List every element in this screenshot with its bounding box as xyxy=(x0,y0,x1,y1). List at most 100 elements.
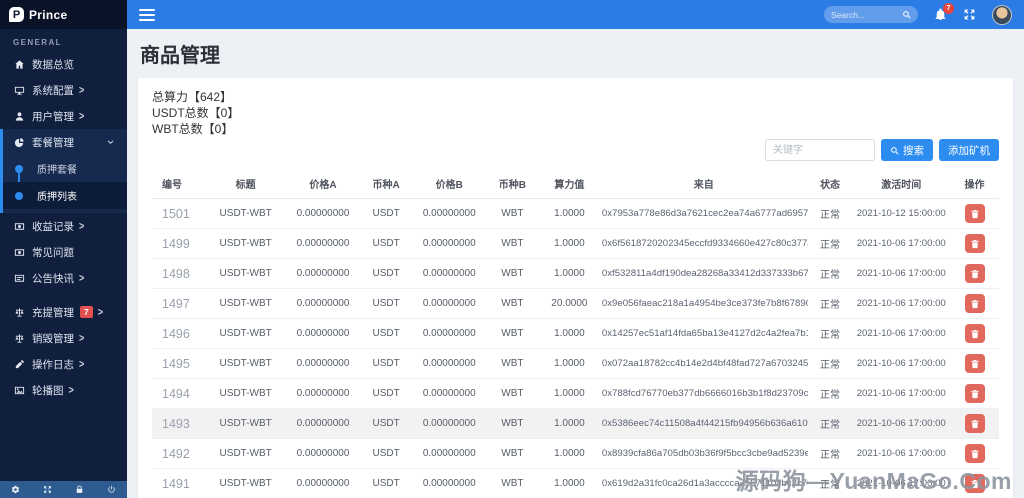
sidebar-item-faq[interactable]: 常见问题 xyxy=(0,239,127,265)
sidebar-item-income-records[interactable]: 收益记录 > xyxy=(0,213,127,239)
cell-coin: USDT xyxy=(359,438,413,469)
column-header: 币种A xyxy=(359,170,413,199)
cell-status: 正常 xyxy=(807,198,853,229)
user-avatar[interactable] xyxy=(992,4,1012,25)
add-miner-button[interactable]: 添加矿机 xyxy=(939,139,999,161)
cell-power: 1.0000 xyxy=(538,468,600,498)
sidebar-item-label: 数据总览 xyxy=(32,58,74,71)
delete-button[interactable] xyxy=(964,324,985,343)
sidebar-item-label: 套餐管理 xyxy=(32,136,74,149)
keyword-input[interactable] xyxy=(765,139,875,161)
sidebar-item-announcements[interactable]: 公告快讯 > xyxy=(0,265,127,291)
cell-price: 0.00000000 xyxy=(286,198,360,229)
delete-button[interactable] xyxy=(964,474,985,493)
cell-price: 0.00000000 xyxy=(412,348,486,379)
cell-price: 0.00000000 xyxy=(412,378,486,409)
notifications-button[interactable]: 7 xyxy=(934,3,954,21)
cell-status: 正常 xyxy=(807,408,853,439)
app-window: P Prince GENERAL 数据总览 系统配置 > 用户管理 > 套餐管理 质押套餐质… xyxy=(0,0,1024,498)
cell-coin: WBT xyxy=(485,318,539,349)
lock-button[interactable] xyxy=(75,485,84,494)
sidebar-item-dashboard[interactable]: 数据总览 xyxy=(0,51,127,77)
chevron-right-icon: > xyxy=(68,384,74,396)
cell-status: 正常 xyxy=(807,378,853,409)
cell-time: 2021-10-06 17:00:00 xyxy=(852,288,951,319)
power-button[interactable] xyxy=(107,485,116,494)
sidebar-subitem-pledge-package[interactable]: 质押套餐 xyxy=(3,155,127,182)
cell-coin: WBT xyxy=(485,408,539,439)
cell-from: 0x6f5618720202345eccfd9334660e427c80c377… xyxy=(599,228,808,259)
cell-title: USDT-WBT xyxy=(204,468,287,498)
column-header: 算力值 xyxy=(538,170,600,199)
trash-icon xyxy=(970,479,980,489)
menu-toggle-icon[interactable] xyxy=(139,8,155,21)
column-header: 标题 xyxy=(204,170,287,199)
chevron-right-icon: > xyxy=(97,306,103,318)
topbar-search-input[interactable] xyxy=(831,9,898,20)
cell-coin: USDT xyxy=(359,468,413,498)
delete-button[interactable] xyxy=(964,414,985,433)
cell-from: 0xf532811a4df190dea28268a33412d337333b67… xyxy=(599,258,808,289)
stat-total-power: 总算力【642】 xyxy=(152,90,233,104)
sidebar-subitem-pledge-list[interactable]: 质押列表 xyxy=(3,182,127,209)
table-row: 1501 USDT-WBT 0.00000000 USDT 0.00000000 WBT 1… xyxy=(152,198,999,229)
sidebar-item-label: 系统配置 xyxy=(32,84,74,97)
delete-button[interactable] xyxy=(964,234,985,253)
expand-button[interactable] xyxy=(43,485,52,494)
sidebar-subitem-label: 质押列表 xyxy=(37,192,77,203)
table-row: 1493 USDT-WBT 0.00000000 USDT 0.00000000 WBT 1… xyxy=(152,408,999,439)
cell-coin: USDT xyxy=(359,288,413,319)
cell-price: 0.00000000 xyxy=(412,198,486,229)
cell-coin: USDT xyxy=(359,318,413,349)
coin-icon xyxy=(14,221,25,232)
cell-power: 1.0000 xyxy=(538,348,600,379)
cell-time: 2021-10-06 17:00:00 xyxy=(852,318,951,349)
content-card: 总算力【642】 USDT总数【0】 WBT总数【0】 搜索 添加矿机 xyxy=(138,78,1013,498)
cell-coin: WBT xyxy=(485,258,539,289)
sidebar-item-operation-logs[interactable]: 操作日志 > xyxy=(0,351,127,377)
search-button[interactable]: 搜索 xyxy=(881,139,933,161)
fullscreen-button[interactable] xyxy=(963,8,976,21)
cell-id: 1495 xyxy=(152,348,205,379)
cell-price: 0.00000000 xyxy=(412,438,486,469)
topbar-search[interactable] xyxy=(824,6,918,23)
cell-coin: WBT xyxy=(485,378,539,409)
cell-time: 2021-10-06 17:00:00 xyxy=(852,438,951,469)
delete-button[interactable] xyxy=(964,204,985,223)
cell-id: 1497 xyxy=(152,288,205,319)
image-icon xyxy=(14,385,25,396)
delete-button[interactable] xyxy=(964,294,985,313)
expand-icon xyxy=(43,485,52,494)
delete-button[interactable] xyxy=(964,264,985,283)
sidebar-item-system-config[interactable]: 系统配置 > xyxy=(0,77,127,103)
cell-price: 0.00000000 xyxy=(412,288,486,319)
gear-button[interactable] xyxy=(11,485,20,494)
sidebar-item-carousel[interactable]: 轮播图 > xyxy=(0,377,127,403)
cell-title: USDT-WBT xyxy=(204,258,287,289)
edit-icon xyxy=(14,359,25,370)
user-icon xyxy=(14,111,25,122)
cell-coin: USDT xyxy=(359,348,413,379)
delete-button[interactable] xyxy=(964,384,985,403)
sidebar-item-recharge-management[interactable]: 充提管理 7 > xyxy=(0,299,127,325)
table-row: 1497 USDT-WBT 0.00000000 USDT 0.00000000 WBT 2… xyxy=(152,288,999,319)
trash-icon xyxy=(970,239,980,249)
cell-power: 1.0000 xyxy=(538,198,600,229)
cell-coin: WBT xyxy=(485,228,539,259)
cell-price: 0.00000000 xyxy=(286,408,360,439)
cell-price: 0.00000000 xyxy=(286,288,360,319)
brand-name: Prince xyxy=(29,7,68,22)
sidebar-item-user-management[interactable]: 用户管理 > xyxy=(0,103,127,129)
cell-status: 正常 xyxy=(807,228,853,259)
cell-op xyxy=(950,348,999,379)
cell-power: 1.0000 xyxy=(538,258,600,289)
sidebar-item-burn-management[interactable]: 销毁管理 > xyxy=(0,325,127,351)
column-header: 来自 xyxy=(599,170,808,199)
cell-coin: WBT xyxy=(485,438,539,469)
delete-button[interactable] xyxy=(964,354,985,373)
scale-icon xyxy=(14,307,25,318)
cell-from: 0x072aa18782cc4b14e2d4bf48fad727a6703245… xyxy=(599,348,808,379)
brand-logo[interactable]: P Prince xyxy=(0,0,127,29)
delete-button[interactable] xyxy=(964,444,985,463)
sidebar-item-package-management[interactable]: 套餐管理 xyxy=(3,129,127,155)
